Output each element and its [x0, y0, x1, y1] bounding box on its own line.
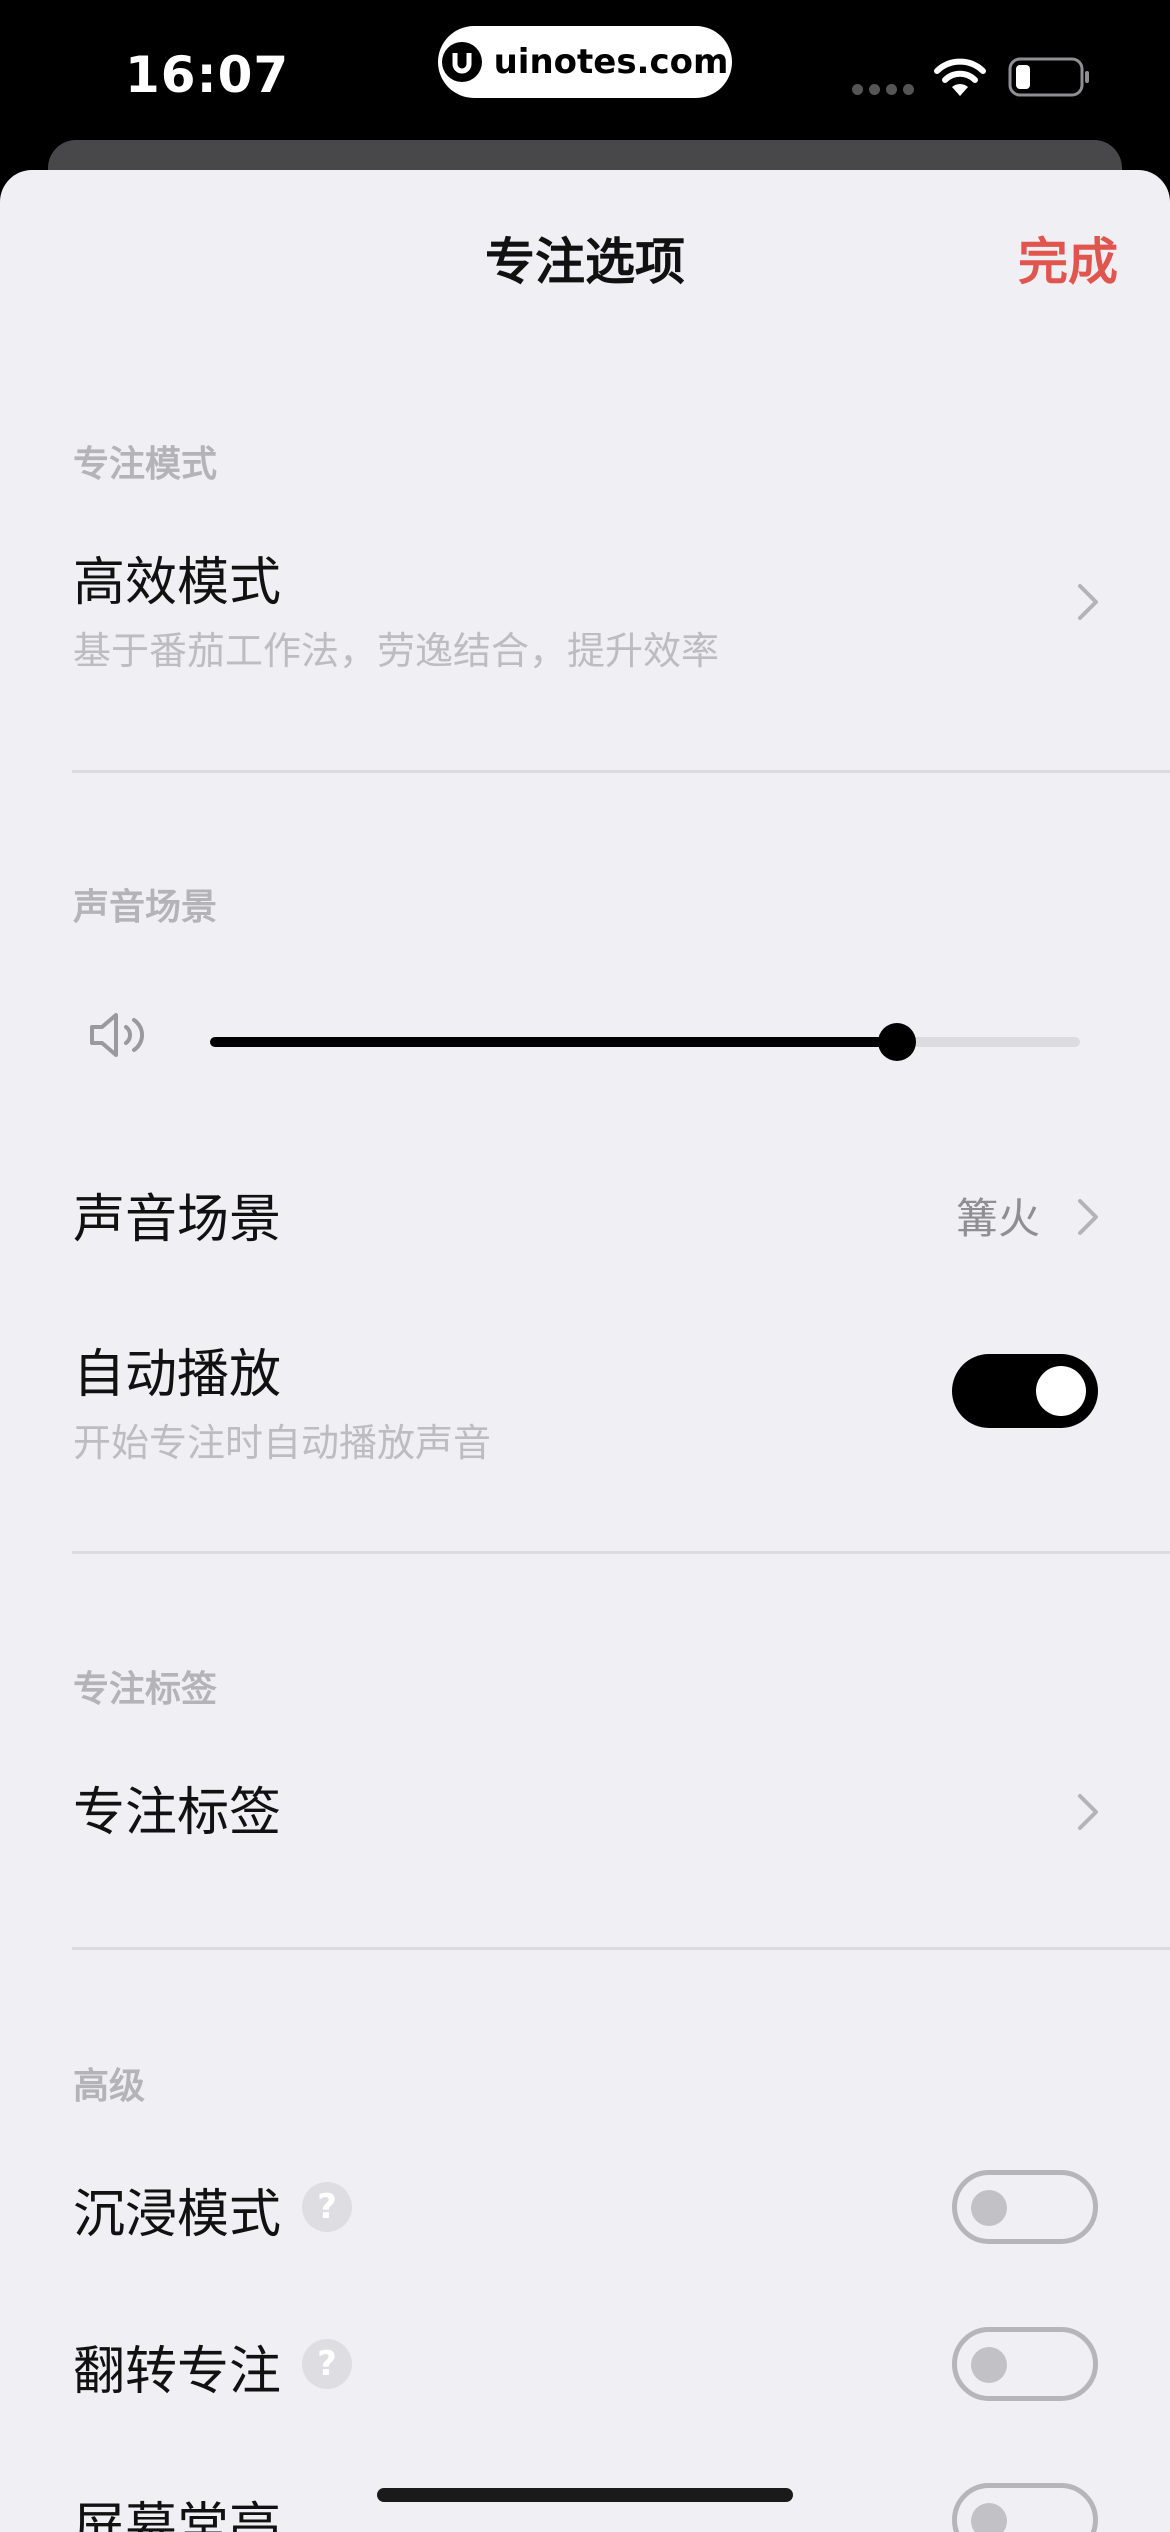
immersive-mode-toggle[interactable] — [952, 2170, 1098, 2244]
focus-tags-title: 专注标签 — [73, 1783, 282, 1843]
section-header-focus-mode: 专注模式 — [73, 444, 218, 485]
efficient-mode-row[interactable]: 高效模式 基于番茄工作法，劳逸结合，提升效率 — [0, 540, 1170, 700]
focus-options-sheet: 专注选项 完成 专注模式 高效模式 基于番茄工作法，劳逸结合，提升效率 声音场景… — [0, 170, 1170, 2532]
sound-scene-value: 篝火 — [955, 1194, 1040, 1243]
flip-focus-toggle[interactable] — [952, 2327, 1098, 2401]
cellular-signal-icon — [852, 84, 914, 95]
autoplay-row: 自动播放 开始专注时自动播放声音 — [0, 1320, 1170, 1480]
divider — [72, 1551, 1170, 1554]
home-indicator — [377, 2488, 793, 2502]
volume-slider[interactable] — [210, 1023, 1080, 1061]
focus-tags-row[interactable]: 专注标签 — [0, 1760, 1170, 1870]
flip-focus-row: 翻转专注 ? — [0, 2317, 1170, 2417]
chevron-right-icon — [1078, 584, 1098, 620]
screen-always-on-title: 屏幕常亮 — [73, 2498, 282, 2532]
screen-always-on-toggle[interactable] — [952, 2483, 1098, 2532]
divider — [72, 1947, 1170, 1950]
section-header-tags: 专注标签 — [73, 1669, 218, 1710]
help-icon[interactable]: ? — [302, 2339, 352, 2389]
url-pill[interactable]: uinotes.com — [438, 26, 732, 98]
flip-focus-title: 翻转专注 — [73, 2342, 282, 2402]
immersive-mode-row: 沉浸模式 ? — [0, 2160, 1170, 2260]
help-icon[interactable]: ? — [302, 2182, 352, 2232]
screen-always-on-row: 屏幕常亮 — [0, 2473, 1170, 2532]
autoplay-title: 自动播放 — [73, 1345, 282, 1405]
battery-icon — [1008, 57, 1089, 97]
section-header-sound: 声音场景 — [73, 887, 218, 928]
divider — [72, 770, 1170, 773]
autoplay-toggle[interactable] — [952, 1354, 1098, 1428]
immersive-mode-title: 沉浸模式 — [73, 2185, 282, 2245]
section-header-advanced: 高级 — [73, 2066, 146, 2107]
status-time: 16:07 — [125, 46, 290, 104]
wifi-icon — [934, 58, 986, 96]
autoplay-subtitle: 开始专注时自动播放声音 — [73, 1421, 492, 1465]
chevron-right-icon — [1078, 1199, 1098, 1235]
page-title: 专注选项 — [485, 233, 685, 291]
volume-slider-fill — [210, 1037, 898, 1047]
sound-scene-row[interactable]: 声音场景 篝火 — [0, 1165, 1170, 1265]
status-bar: 16:07 uinotes.com — [0, 0, 1170, 150]
url-text: uinotes.com — [493, 42, 729, 82]
efficient-mode-title: 高效模式 — [73, 553, 282, 613]
volume-slider-thumb[interactable] — [878, 1023, 917, 1061]
efficient-mode-subtitle: 基于番茄工作法，劳逸结合，提升效率 — [73, 629, 720, 673]
speaker-icon — [90, 1013, 144, 1057]
done-button[interactable]: 完成 — [1018, 222, 1118, 294]
sound-scene-title: 声音场景 — [73, 1190, 282, 1250]
chevron-right-icon — [1078, 1794, 1098, 1830]
uinotes-logo-icon — [441, 42, 482, 82]
